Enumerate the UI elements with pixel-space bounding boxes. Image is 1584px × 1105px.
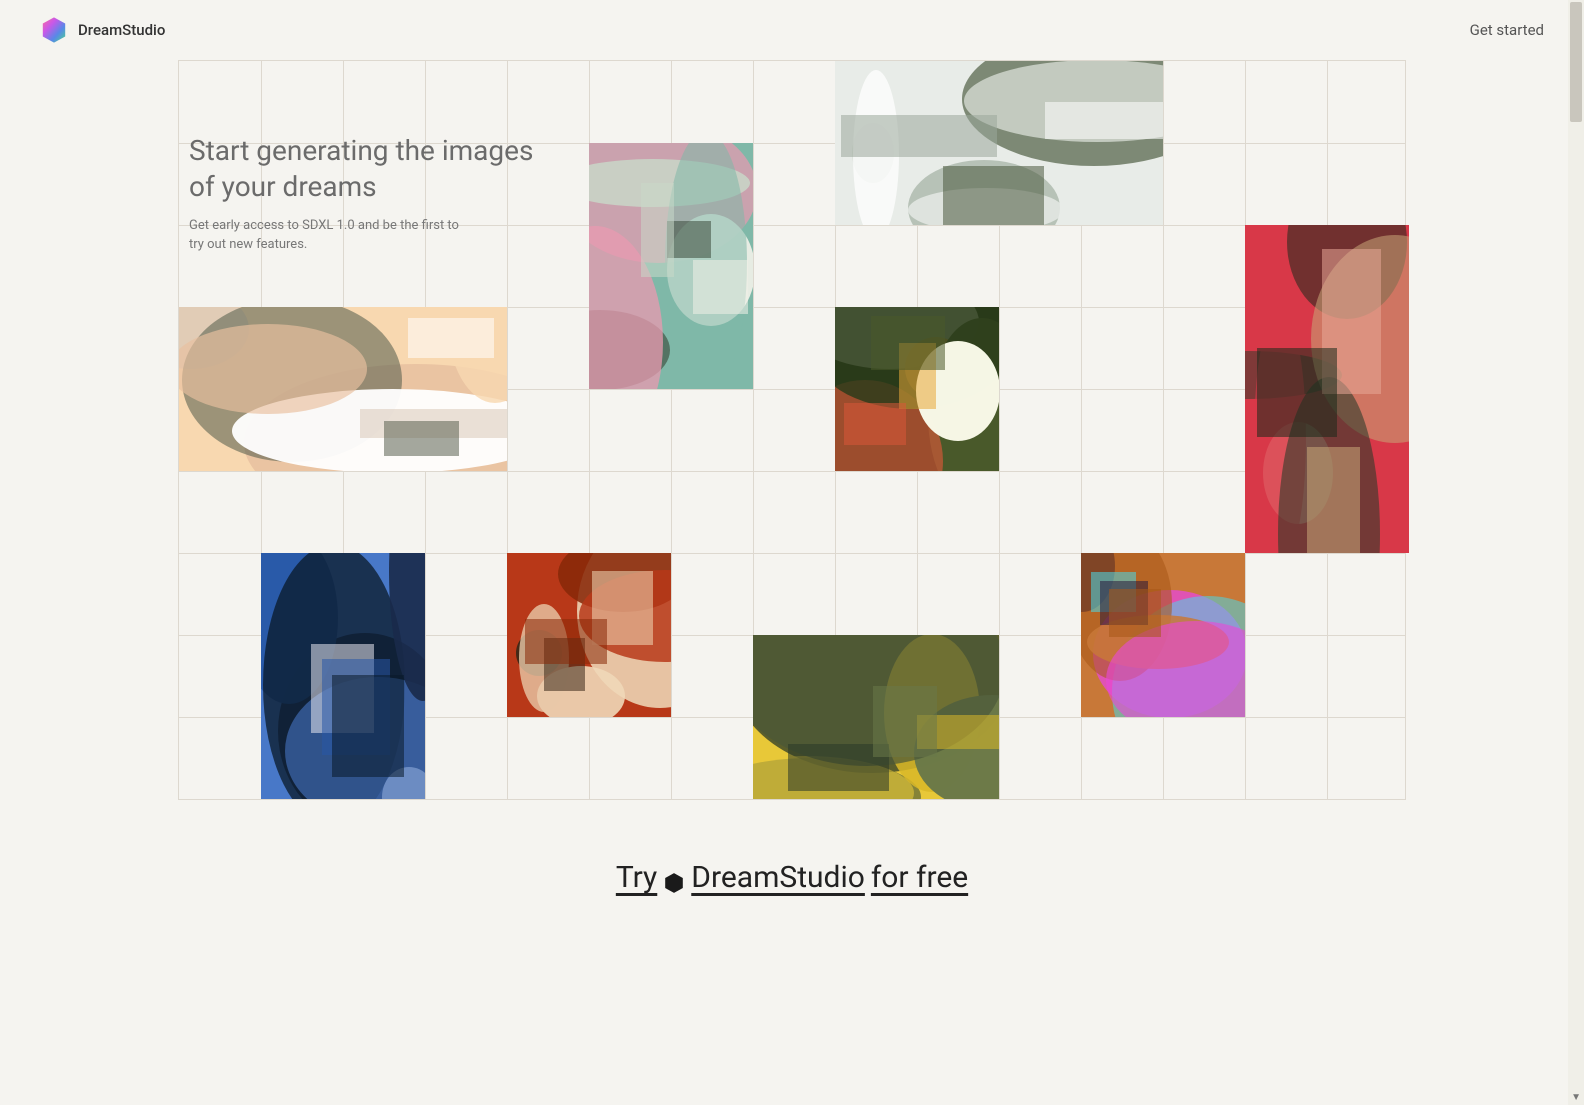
scroll-down-icon[interactable]: ▼ [1571,1092,1581,1103]
cta-prefix: Try [616,860,657,895]
hero-text-block: Start generating the images of your drea… [189,133,539,255]
logo-icon [40,16,68,44]
scrollbar-thumb[interactable] [1570,2,1582,122]
cta-section: Try DreamStudio for free [0,860,1584,895]
gallery-tile-architecture-house[interactable] [835,61,1163,225]
cta-brand: DreamStudio [691,860,865,895]
hero-subtitle: Get early access to SDXL 1.0 and be the … [189,216,469,255]
scrollbar[interactable]: ▲ ▼ [1568,0,1584,1105]
cta-suffix: for free [871,860,968,895]
gallery-tile-astronaut-roses[interactable] [589,143,753,389]
gallery-tile-daisy-flowers[interactable] [835,307,999,471]
gallery-tile-frida-portrait[interactable] [1245,225,1409,553]
hero-title: Start generating the images of your drea… [189,133,539,206]
gallery-tile-yellow-meadow[interactable] [753,635,999,799]
cta-hexagon-icon [663,867,685,889]
gallery-canvas: Start generating the images of your drea… [178,60,1406,800]
gallery-tile-vr-dog[interactable] [1081,553,1245,717]
gallery-tile-red-hair-queen[interactable] [507,553,671,717]
try-free-link[interactable]: Try DreamStudio for free [616,860,968,895]
brand-name: DreamStudio [78,21,165,39]
get-started-link[interactable]: Get started [1470,21,1544,39]
gallery-tile-beach-sunset[interactable] [179,307,507,471]
gallery-tile-scifi-soldier[interactable] [261,553,425,799]
logo-group[interactable]: DreamStudio [40,16,165,44]
